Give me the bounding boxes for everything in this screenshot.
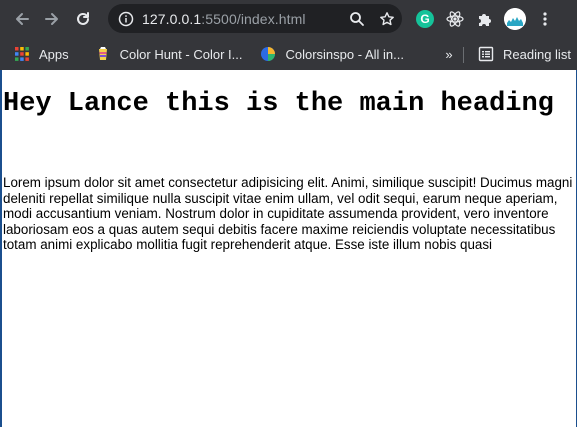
forward-button[interactable] (38, 5, 66, 33)
reload-icon (77, 12, 89, 25)
puzzle-piece-icon (479, 13, 491, 26)
url-text[interactable]: 127.0.0.1:5500/index.html (142, 11, 306, 27)
grammarly-extension-button[interactable]: G (410, 4, 440, 33)
grammarly-icon: G (416, 9, 434, 28)
extensions-button[interactable] (470, 4, 500, 33)
bookmark-apps[interactable]: Apps (8, 42, 75, 66)
apps-grid-icon (15, 47, 29, 61)
react-atom-icon (446, 10, 464, 27)
bookmark-color-hunt[interactable]: Color Hunt - Color I... (89, 42, 249, 66)
url-host: 127.0.0.1 (142, 10, 202, 27)
colorsinspo-icon (261, 47, 276, 61)
arrow-right-icon (45, 13, 58, 25)
arrow-left-icon (16, 13, 29, 25)
bookmark-star-button[interactable] (372, 4, 402, 33)
reading-list-label: Reading list (503, 46, 571, 62)
page-viewport: Hey Lance this is the main heading Lorem… (0, 70, 577, 427)
more-vertical-icon (543, 11, 547, 26)
address-bar[interactable]: 127.0.0.1:5500/index.html (108, 4, 402, 33)
main-heading: Hey Lance this is the main heading (3, 89, 554, 119)
reading-list-button[interactable]: Reading list (472, 42, 577, 66)
bookmark-label: Color Hunt - Color I... (119, 46, 243, 62)
bookmark-label: Apps (39, 46, 69, 62)
chrome-menu-button[interactable] (530, 4, 560, 33)
react-devtools-button[interactable] (440, 4, 470, 33)
color-hunt-icon (98, 47, 107, 60)
search-icon (350, 11, 364, 26)
more-bookmarks-button[interactable]: » (438, 42, 460, 66)
browser-toolbar: 127.0.0.1:5500/index.html G (0, 0, 577, 38)
profile-avatar-icon (504, 7, 526, 30)
info-icon[interactable] (118, 11, 134, 27)
bookmark-colorsinspo[interactable]: Colorsinspo - All in... (254, 42, 410, 66)
back-button[interactable] (8, 5, 36, 33)
bookmark-label: Colorsinspo - All in... (285, 46, 404, 62)
star-icon (380, 11, 394, 25)
reload-button[interactable] (69, 5, 97, 33)
reading-list-icon (478, 46, 494, 62)
bookmarks-divider (463, 47, 464, 63)
profile-button[interactable] (500, 4, 530, 33)
avatar (504, 7, 526, 30)
zoom-search-button[interactable] (342, 4, 372, 33)
url-path: :5500/index.html (201, 10, 306, 27)
lorem-paragraph: Lorem ipsum dolor sit amet consectetur a… (3, 175, 573, 253)
bookmarks-bar: Apps Color Hunt - Color I... Colorsinspo… (0, 38, 577, 70)
